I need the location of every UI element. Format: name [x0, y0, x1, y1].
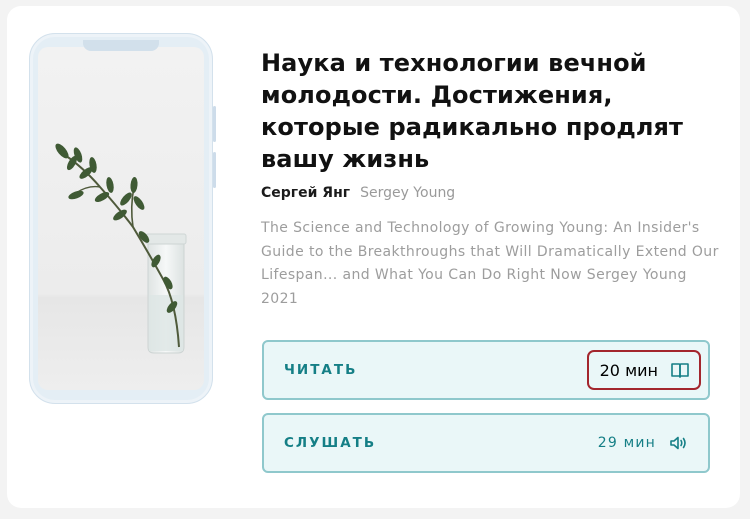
phone-notch — [83, 40, 159, 51]
book-cover-image — [38, 47, 204, 390]
listen-time-group: 29 мин — [598, 433, 688, 453]
book-authors: Сергей Янг Sergey Young — [261, 185, 455, 201]
listen-time: 29 мин — [597, 435, 656, 451]
read-time: 20 мин — [599, 360, 658, 380]
read-button[interactable]: ЧИТАТЬ 20 мин — [262, 340, 710, 400]
author-name-ru[interactable]: Сергей Янг — [261, 185, 350, 201]
book-description: The Science and Technology of Growing Yo… — [261, 220, 719, 307]
listen-button[interactable]: СЛУШАТЬ 29 мин — [262, 413, 710, 473]
book-title: Наука и технологии вечной молодости. Дос… — [261, 49, 684, 173]
speaker-icon — [668, 433, 688, 453]
read-button-label: ЧИТАТЬ — [284, 362, 358, 378]
phone-side-button — [213, 106, 216, 142]
author-name-en: Sergey Young — [360, 185, 456, 201]
listen-button-label: СЛУШАТЬ — [284, 435, 377, 451]
book-icon — [670, 360, 690, 380]
book-cover-phone-mockup — [29, 33, 216, 404]
read-time-badge: 20 мин — [586, 350, 701, 390]
phone-side-button — [213, 152, 216, 188]
